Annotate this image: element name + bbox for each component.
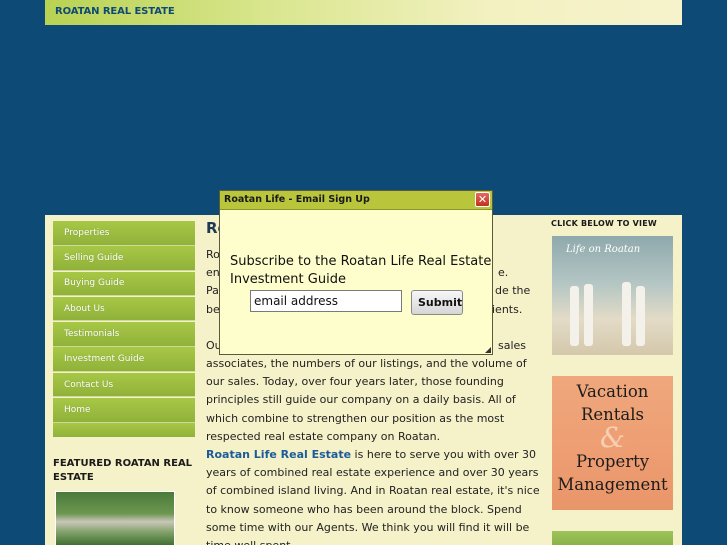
para1-line2-start: en: [206, 266, 220, 279]
nav-item-contact-us[interactable]: Contact Us: [53, 372, 195, 398]
para1-line2-end: e.: [498, 266, 509, 279]
vacation-rentals-banner[interactable]: Vacation Rentals & Property Management: [552, 376, 673, 510]
para1-line1-start: Ro: [206, 248, 220, 261]
header-bar: ROATAN REAL ESTATE: [45, 0, 682, 25]
para1-line3-start: Pa: [206, 284, 219, 297]
nav-item-about-us[interactable]: About Us: [53, 296, 195, 322]
para1-line4-end: ients.: [492, 303, 523, 316]
para3: Roatan Life Real Estate is here to serve…: [206, 446, 541, 545]
vacation-line-3: Property: [575, 452, 650, 471]
click-below-label: CLICK BELOW TO VIEW: [551, 219, 657, 228]
featured-title: FEATURED ROATAN REAL ESTATE: [53, 458, 193, 483]
featured-property-photo[interactable]: [55, 491, 175, 545]
vacation-line-4: Management: [557, 475, 668, 494]
submit-button[interactable]: Submit: [411, 290, 463, 315]
nav-item-investment-guide[interactable]: Investment Guide: [53, 347, 195, 372]
email-signup-popup: Roatan Life - Email Sign Up ✕ Subscribe …: [219, 190, 493, 355]
third-banner[interactable]: [552, 531, 673, 545]
banner-leg-2: [584, 284, 593, 346]
vacation-ampersand: &: [600, 421, 625, 454]
email-field[interactable]: [250, 290, 402, 312]
banner-leg-1: [570, 286, 579, 346]
nav-item-home[interactable]: Home: [53, 398, 195, 423]
nav-item-selling-guide[interactable]: Selling Guide: [53, 246, 195, 271]
popup-titlebar[interactable]: Roatan Life - Email Sign Up ✕: [220, 191, 492, 210]
left-sidebar: Properties Selling Guide Buying Guide Ab…: [53, 221, 195, 438]
popup-title: Roatan Life - Email Sign Up: [224, 194, 370, 205]
nav-item-buying-guide[interactable]: Buying Guide: [53, 271, 195, 297]
banner-leg-4: [636, 286, 645, 346]
nav-item-testimonials[interactable]: Testimonials: [53, 322, 195, 347]
para2-body: associates, the numbers of our listings,…: [206, 357, 527, 443]
banner-life-text: Life on Roatan: [566, 244, 641, 255]
nav-spacer: [53, 423, 195, 438]
popup-heading: Subscribe to the Roatan Life Real Estate…: [230, 254, 492, 287]
nav-item-properties[interactable]: Properties: [53, 221, 195, 246]
vacation-line-1: Vacation: [576, 382, 649, 401]
para2-line1-end: sales: [498, 339, 527, 352]
para1-line4-start: be: [206, 303, 220, 316]
close-icon[interactable]: ✕: [475, 192, 490, 207]
company-link[interactable]: Roatan Life Real Estate: [206, 448, 351, 461]
page: ROATAN REAL ESTATE Properties Selling Gu…: [0, 0, 727, 545]
resize-grip-icon[interactable]: [485, 347, 491, 353]
para1-line3-end: de the: [495, 284, 531, 297]
banner-leg-3: [622, 282, 631, 346]
life-on-roatan-banner[interactable]: Life on Roatan: [552, 236, 673, 355]
site-title[interactable]: ROATAN REAL ESTATE: [55, 6, 175, 17]
right-sidebar: CLICK BELOW TO VIEW Life on Roatan Vacat…: [551, 219, 675, 545]
para3-body: is here to serve you with over 30 years …: [206, 448, 540, 545]
